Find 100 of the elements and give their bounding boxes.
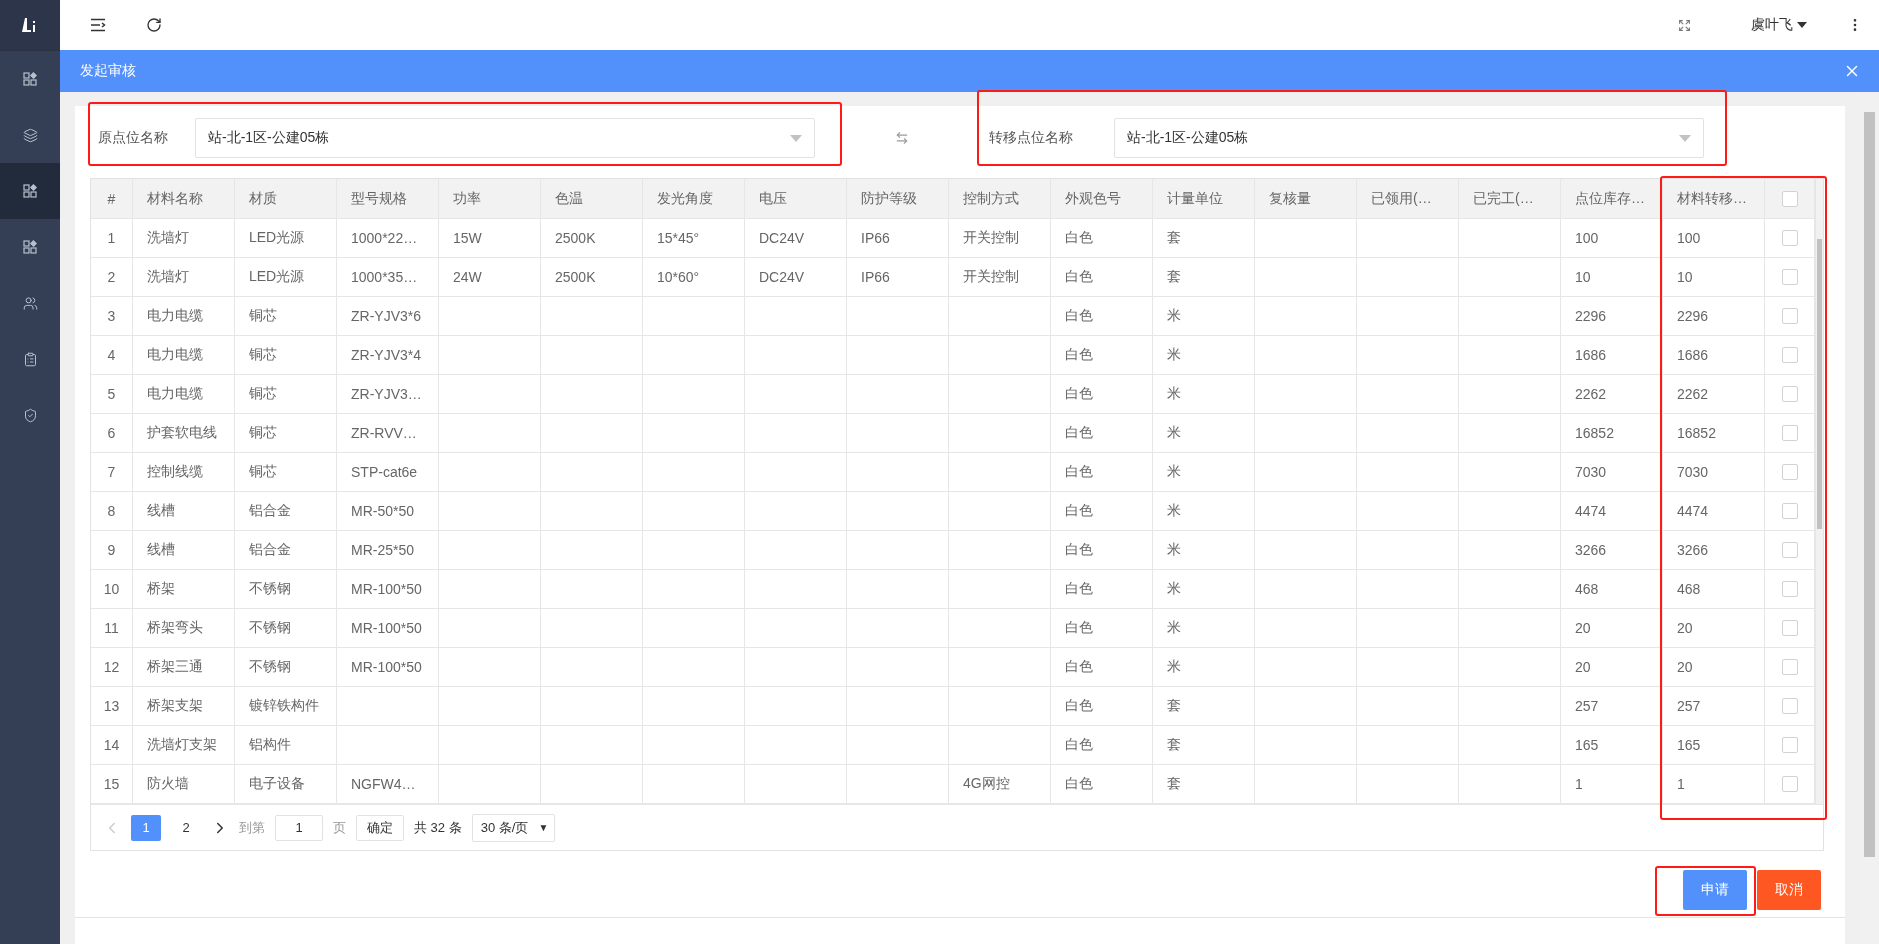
row-checkbox[interactable] bbox=[1781, 308, 1798, 324]
page-button[interactable]: 2 bbox=[171, 814, 201, 841]
row-checkbox[interactable] bbox=[1781, 698, 1798, 714]
table-cell: 米 bbox=[1153, 648, 1255, 687]
table-cell: 白色 bbox=[1051, 726, 1153, 765]
table-cell: 8 bbox=[91, 492, 133, 531]
table-cell: 不锈钢 bbox=[235, 570, 337, 609]
select-field[interactable]: 站-北-1区-公建05栋 bbox=[195, 118, 815, 158]
confirm-button[interactable]: 确定 bbox=[356, 814, 404, 841]
layers-icon[interactable] bbox=[22, 127, 38, 143]
table-cell: 电力电缆 bbox=[133, 336, 235, 375]
table-cell: 米 bbox=[1153, 453, 1255, 492]
table-cell: 13 bbox=[91, 687, 133, 726]
table-cell: 3266 bbox=[1561, 531, 1663, 570]
table-cell: IP66 bbox=[847, 258, 949, 297]
table-cell: 铜芯 bbox=[235, 453, 337, 492]
grid-icon[interactable] bbox=[23, 72, 37, 86]
row-checkbox[interactable] bbox=[1781, 503, 1798, 519]
table-cell: 铝合金 bbox=[235, 492, 337, 531]
table-cell: 米 bbox=[1153, 375, 1255, 414]
row-checkbox[interactable] bbox=[1781, 659, 1798, 675]
page-input[interactable]: 1 bbox=[275, 814, 323, 841]
row-checkbox[interactable] bbox=[1781, 581, 1798, 597]
scrollbar[interactable] bbox=[1815, 219, 1823, 804]
row-checkbox[interactable] bbox=[1781, 542, 1798, 558]
table-cell: 米 bbox=[1153, 609, 1255, 648]
table-cell: 20 bbox=[1561, 648, 1663, 687]
table-cell: 控制线缆 bbox=[133, 453, 235, 492]
table-cell: DC24V bbox=[745, 258, 847, 297]
table-cell: 2262 bbox=[1663, 375, 1765, 414]
refresh-icon[interactable] bbox=[146, 17, 162, 33]
grid-icon[interactable] bbox=[23, 240, 37, 254]
table-cell: 白色 bbox=[1051, 570, 1153, 609]
row-checkbox[interactable] bbox=[1781, 464, 1798, 480]
table-cell: 4G网控 bbox=[949, 765, 1051, 804]
column-header: 计量单位 bbox=[1153, 179, 1255, 219]
column-header: 材质 bbox=[235, 179, 337, 219]
table-cell: 不锈钢 bbox=[235, 609, 337, 648]
row-checkbox[interactable] bbox=[1781, 386, 1798, 402]
table-cell: 12 bbox=[91, 648, 133, 687]
table-cell: 15W bbox=[439, 219, 541, 258]
table-cell: 1686 bbox=[1663, 336, 1765, 375]
table-cell: 5 bbox=[91, 375, 133, 414]
dialog-title: 发起审核 bbox=[80, 62, 136, 80]
table-cell: 桥架弯头 bbox=[133, 609, 235, 648]
table-cell: 468 bbox=[1663, 570, 1765, 609]
sidebar-item[interactable] bbox=[0, 163, 60, 219]
clipboard-icon[interactable] bbox=[22, 351, 38, 367]
table-cell: 铝合金 bbox=[235, 531, 337, 570]
table-cell: 1000*22… bbox=[337, 219, 439, 258]
table-cell: 米 bbox=[1153, 570, 1255, 609]
user-menu[interactable]: 虞叶飞 bbox=[1751, 16, 1807, 34]
table-cell: 2296 bbox=[1663, 297, 1765, 336]
column-header: 防护等级 bbox=[847, 179, 949, 219]
swap-icon[interactable] bbox=[895, 131, 909, 145]
page-size-select[interactable]: 30 条/页 ▼ bbox=[471, 813, 556, 842]
table-cell: DC24V bbox=[745, 219, 847, 258]
table-cell: NGFW4… bbox=[337, 765, 439, 804]
users-icon[interactable] bbox=[22, 295, 38, 311]
table-cell: 257 bbox=[1561, 687, 1663, 726]
table-cell: 14 bbox=[91, 726, 133, 765]
table-cell: 10 bbox=[1561, 258, 1663, 297]
table-cell: 1 bbox=[1663, 765, 1765, 804]
field-label: 转移点位名称 bbox=[989, 129, 1074, 147]
table-cell: 铜芯 bbox=[235, 414, 337, 453]
table-cell: 套 bbox=[1153, 765, 1255, 804]
table-cell: 257 bbox=[1663, 687, 1765, 726]
select-all-checkbox[interactable] bbox=[1781, 190, 1798, 207]
select-field[interactable]: 站-北-1区-公建05栋 bbox=[1114, 118, 1704, 158]
table-cell: 16852 bbox=[1561, 414, 1663, 453]
table-cell: 2262 bbox=[1561, 375, 1663, 414]
table-cell: 2 bbox=[91, 258, 133, 297]
shield-check-icon[interactable] bbox=[22, 407, 38, 423]
row-checkbox[interactable] bbox=[1781, 737, 1798, 753]
table-cell: 10*60° bbox=[643, 258, 745, 297]
table-cell: 桥架 bbox=[133, 570, 235, 609]
row-checkbox[interactable] bbox=[1781, 620, 1798, 636]
column-header: 功率 bbox=[439, 179, 541, 219]
row-checkbox[interactable] bbox=[1781, 230, 1798, 246]
table-cell: 1000*35… bbox=[337, 258, 439, 297]
row-checkbox[interactable] bbox=[1781, 776, 1798, 792]
table-cell: 20 bbox=[1561, 609, 1663, 648]
fullscreen-icon[interactable] bbox=[1678, 18, 1691, 32]
row-checkbox[interactable] bbox=[1781, 269, 1798, 285]
row-checkbox[interactable] bbox=[1781, 425, 1798, 441]
column-header: 外观色号 bbox=[1051, 179, 1153, 219]
table-cell: 100 bbox=[1561, 219, 1663, 258]
table-cell: 电力电缆 bbox=[133, 297, 235, 336]
grid-icon[interactable] bbox=[23, 184, 37, 198]
table-cell: 开关控制 bbox=[949, 258, 1051, 297]
menu-icon[interactable] bbox=[90, 18, 106, 32]
table-cell: 165 bbox=[1663, 726, 1765, 765]
column-header: 材料转移… bbox=[1663, 179, 1765, 219]
table-cell: 桥架三通 bbox=[133, 648, 235, 687]
table-cell: 3 bbox=[91, 297, 133, 336]
table-cell: 套 bbox=[1153, 219, 1255, 258]
row-checkbox[interactable] bbox=[1781, 347, 1798, 363]
field-label: 原点位名称 bbox=[98, 129, 169, 147]
column-header: 已完工(… bbox=[1459, 179, 1561, 219]
column-header: 发光角度 bbox=[643, 179, 745, 219]
